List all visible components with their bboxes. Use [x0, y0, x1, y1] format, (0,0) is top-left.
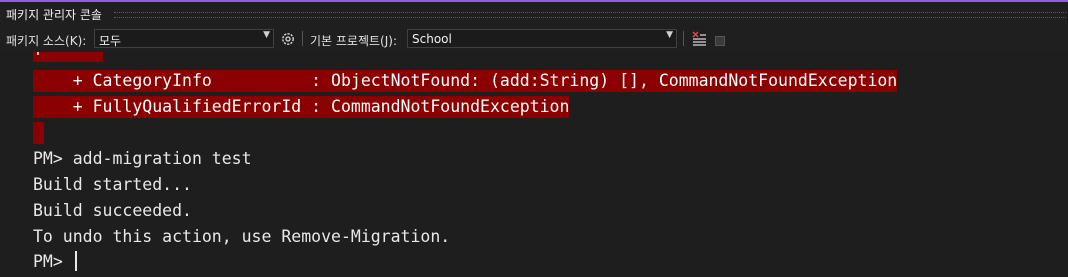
toolbar-separator: [302, 31, 303, 46]
console-toolbar: 패키지 소스(K): 모두 ▼ 기본 프로젝트(J): School ▼: [0, 28, 1068, 50]
error-line: + FullyQualifiedErrorId : CommandNotFoun…: [33, 96, 570, 118]
chevron-down-icon: ▼: [263, 30, 270, 40]
toolbar-separator: [683, 31, 684, 46]
error-line: + ~~~~~: [33, 52, 103, 62]
console-line: Build started...: [33, 175, 192, 194]
console-output[interactable]: + ~~~~~ + CategoryInfo : ObjectNotFound:…: [0, 52, 1068, 277]
package-source-dropdown[interactable]: 모두 ▼: [94, 29, 274, 48]
package-source-label: 패키지 소스(K):: [6, 34, 87, 48]
prompt-text: PM>: [33, 252, 73, 271]
text-cursor: [74, 251, 77, 271]
settings-gear-icon[interactable]: [279, 30, 297, 48]
clear-console-icon[interactable]: [690, 30, 708, 48]
title-bar-grip[interactable]: [114, 12, 1066, 18]
stop-icon[interactable]: [714, 32, 726, 46]
chevron-down-icon: ▼: [666, 30, 673, 40]
package-source-value: 모두: [99, 34, 122, 48]
prompt-line[interactable]: PM>: [33, 251, 77, 273]
default-project-dropdown[interactable]: School ▼: [407, 29, 677, 48]
error-line: + CategoryInfo : ObjectNotFound: (add:St…: [33, 70, 898, 92]
window-title: 패키지 관리자 콘솔: [6, 8, 102, 22]
console-line: To undo this action, use Remove-Migratio…: [33, 227, 451, 246]
console-line: PM> add-migration test: [33, 149, 252, 168]
default-project-value: School: [412, 32, 452, 46]
error-line: [33, 122, 44, 144]
tool-window-title-bar: 패키지 관리자 콘솔: [0, 0, 1068, 28]
default-project-label: 기본 프로젝트(J):: [310, 34, 398, 48]
console-line: Build succeeded.: [33, 201, 192, 220]
